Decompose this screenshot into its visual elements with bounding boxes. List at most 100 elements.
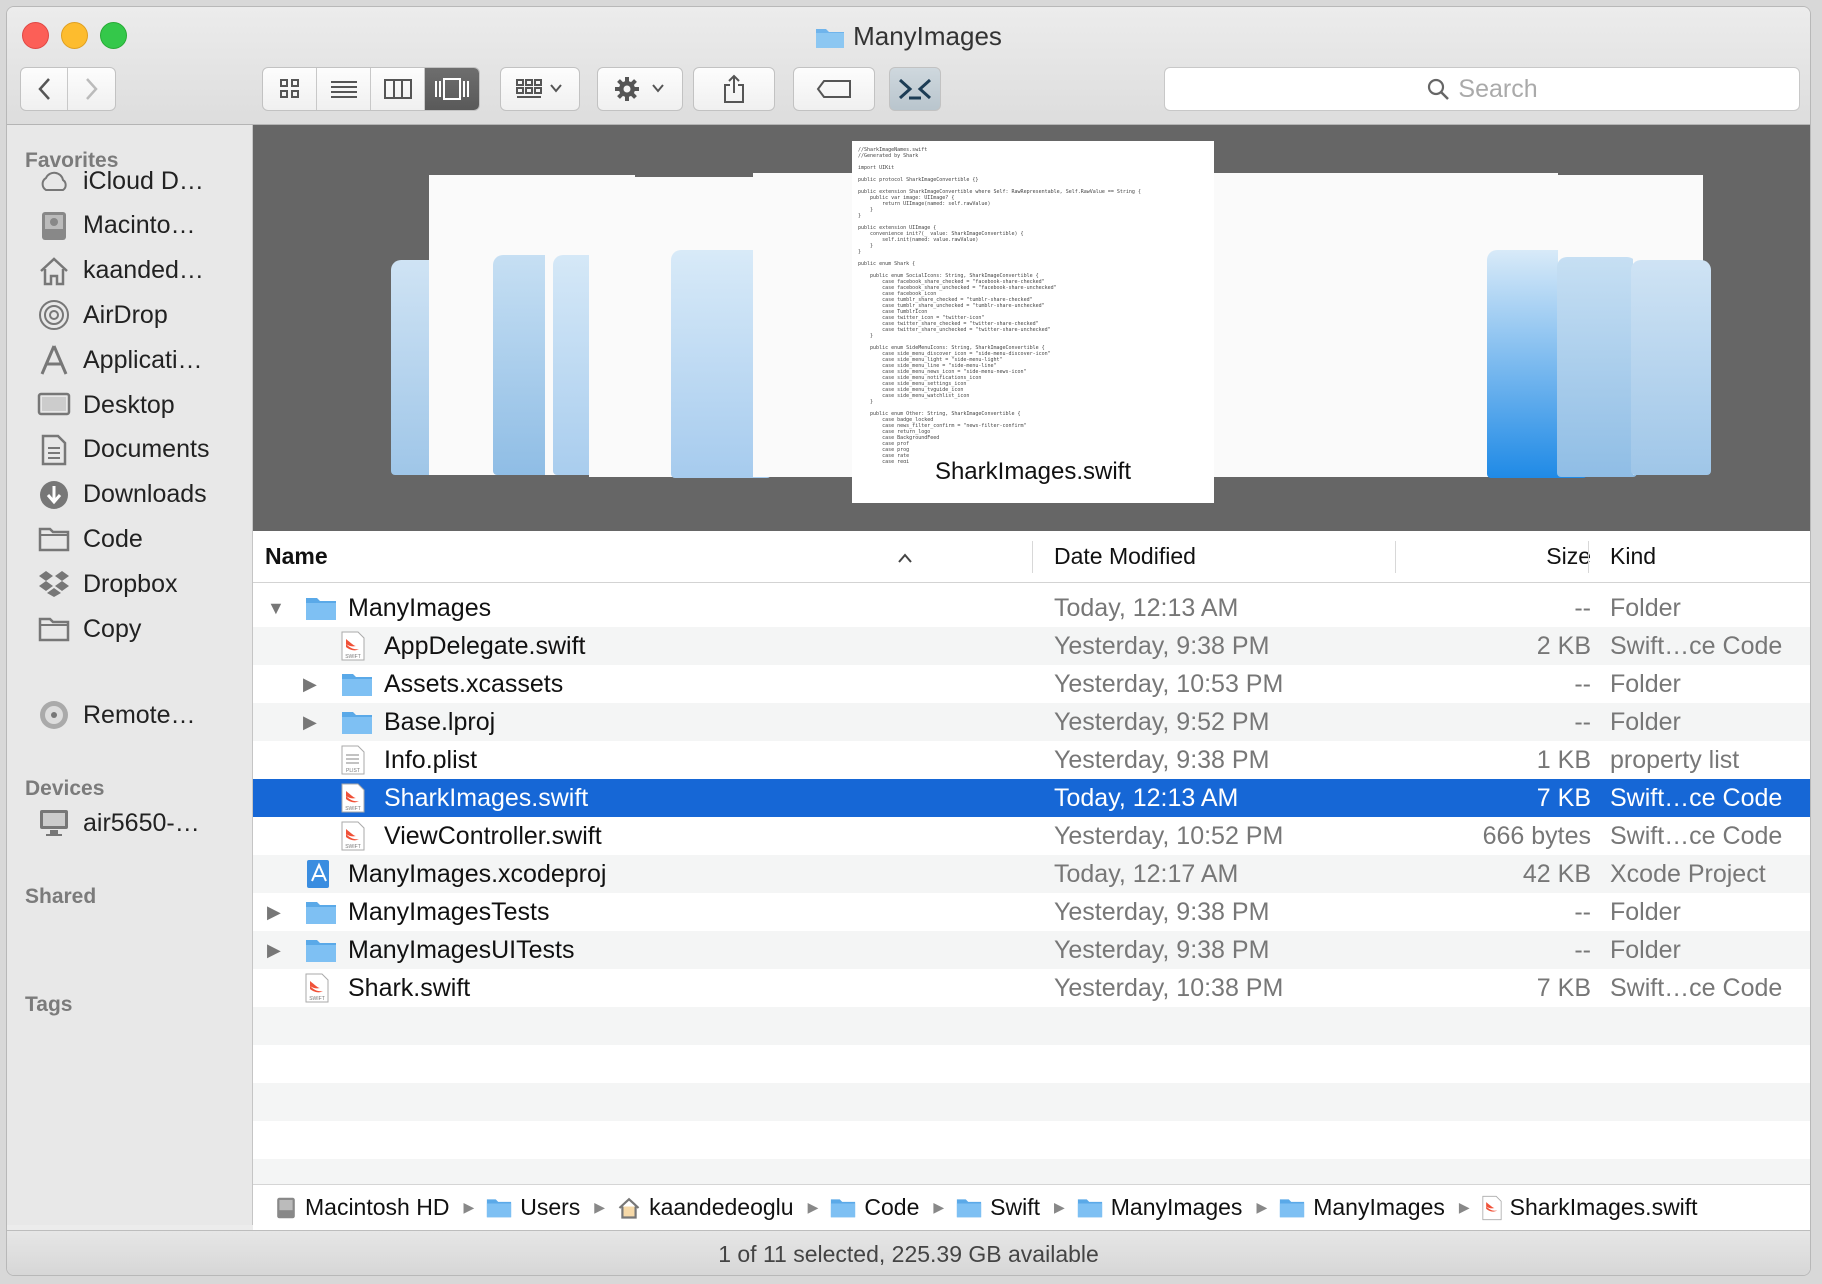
size-column-header[interactable]: Size xyxy=(1517,531,1591,583)
path-segment[interactable]: ManyImages xyxy=(1077,1194,1243,1221)
columns-icon xyxy=(383,79,412,99)
share-button[interactable] xyxy=(693,67,775,111)
home-icon xyxy=(35,253,73,289)
sidebar-item-label: Applicati… xyxy=(83,345,203,374)
svg-text:SWIFT: SWIFT xyxy=(345,844,361,850)
xcode-icon xyxy=(898,78,932,100)
table-row[interactable]: ManyImages.xcodeproj Today, 12:17 AM 42 KB… xyxy=(253,855,1810,893)
sidebar-item-favorite-3[interactable]: AirDrop xyxy=(35,293,250,337)
path-segment-label: ManyImages xyxy=(1110,1194,1243,1220)
forward-button[interactable] xyxy=(68,68,115,110)
sidebar-item-favorite-8[interactable]: Code xyxy=(35,517,250,561)
file-date: Yesterday, 9:38 PM xyxy=(1054,936,1270,964)
table-row[interactable]: ▶ ManyImagesUITests Yesterday, 9:38 PM -- Fo… xyxy=(253,931,1810,969)
kind-column-header[interactable]: Kind xyxy=(1610,531,1656,583)
sidebar-item-label: Dropbox xyxy=(83,569,178,598)
column-divider[interactable] xyxy=(1588,541,1589,573)
action-button[interactable] xyxy=(597,67,683,111)
disclosure-closed-icon[interactable]: ▶ xyxy=(303,665,317,703)
table-row[interactable]: ▶ ManyImagesTests Yesterday, 9:38 PM -- Fold… xyxy=(253,893,1810,931)
path-segment[interactable]: Macintosh HD xyxy=(275,1194,449,1221)
path-segment[interactable]: ManyImages xyxy=(1279,1194,1445,1221)
folder-thumbnail[interactable] xyxy=(1557,257,1637,477)
column-view-button[interactable] xyxy=(371,68,425,110)
sidebar-item-label: Downloads xyxy=(83,480,207,509)
column-divider[interactable] xyxy=(1032,541,1033,573)
chevron-right-icon xyxy=(85,78,98,100)
folder-icon xyxy=(341,671,373,704)
table-row[interactable]: SWIFT ViewController.swift Yesterday, 10:5… xyxy=(253,817,1810,855)
file-kind: Swift…ce Code xyxy=(1610,784,1783,812)
path-segment[interactable]: kaandedeoglu xyxy=(617,1194,794,1221)
table-row[interactable]: ▶ Assets.xcassets Yesterday, 10:53 PM -- Fol… xyxy=(253,665,1810,704)
sidebar-item-label: iCloud D… xyxy=(83,166,204,195)
swift-file-icon: SWIFT xyxy=(341,631,365,668)
sidebar-item-favorite-7[interactable]: Downloads xyxy=(35,473,250,517)
column-divider[interactable] xyxy=(1395,541,1396,573)
path-segment[interactable]: Swift xyxy=(956,1194,1040,1221)
sidebar-item-favorite-1[interactable]: Macinto… xyxy=(35,204,250,248)
sidebar-item-favorite-9[interactable]: Dropbox xyxy=(35,562,250,606)
file-kind: Swift…ce Code xyxy=(1610,974,1783,1002)
sidebar-item-favorite-2[interactable]: kaanded… xyxy=(35,249,250,293)
search-placeholder: Search xyxy=(1458,74,1538,103)
cover-flow-area[interactable]: //SharkImageNames.swift //Generated by S… xyxy=(253,125,1810,531)
icon-view-button[interactable] xyxy=(263,68,317,110)
back-button[interactable] xyxy=(21,68,69,110)
folder-icon xyxy=(956,1197,982,1218)
path-segment[interactable]: SharkImages.swift xyxy=(1482,1194,1698,1221)
path-segment[interactable]: Code xyxy=(830,1194,919,1221)
arrange-icon xyxy=(516,79,562,98)
file-kind: Folder xyxy=(1610,708,1681,736)
file-date: Yesterday, 9:38 PM xyxy=(1054,632,1270,660)
svg-text:PLIST: PLIST xyxy=(346,768,360,774)
table-row[interactable]: SWIFT SharkImages.swift Today, 12:13 AM 7 K… xyxy=(253,779,1810,817)
sidebar-item-favorite-6[interactable]: Documents xyxy=(35,428,250,472)
path-separator-icon: ▶ xyxy=(807,1199,819,1215)
xcode-toolbar-button[interactable] xyxy=(889,67,941,111)
file-kind: Xcode Project xyxy=(1610,860,1766,888)
devices-heading: Devices xyxy=(25,777,105,800)
sidebar-item-favorite-0[interactable]: iCloud D… xyxy=(35,159,250,203)
sidebar-item-favorite-4[interactable]: Applicati… xyxy=(35,338,250,382)
sidebar-item-shared-0[interactable]: air5650-… xyxy=(35,801,250,845)
document-thumbnail[interactable] xyxy=(753,173,853,477)
folder-icon xyxy=(1279,1197,1305,1218)
sidebar-item-favorite-5[interactable]: Desktop xyxy=(35,383,250,427)
path-separator-icon: ▶ xyxy=(1053,1199,1065,1215)
disclosure-closed-icon[interactable]: ▶ xyxy=(267,931,281,969)
computer-icon xyxy=(35,805,73,841)
file-kind: Swift…ce Code xyxy=(1610,822,1783,850)
name-column-header[interactable]: Name xyxy=(265,531,328,583)
folder-icon xyxy=(35,611,73,647)
arrange-button[interactable] xyxy=(500,67,580,111)
sidebar-item-favorite-10[interactable]: Copy xyxy=(35,607,250,651)
gear-icon xyxy=(615,77,664,101)
disclosure-open-icon[interactable]: ▼ xyxy=(267,589,285,627)
sidebar-item-label: Code xyxy=(83,524,143,553)
table-row[interactable]: SWIFT Shark.swift Yesterday, 10:38 PM 7 KB S… xyxy=(253,969,1810,1007)
chevron-left-icon xyxy=(38,78,50,100)
selected-file-preview[interactable]: //SharkImageNames.swift //Generated by S… xyxy=(852,141,1214,503)
list-view-button[interactable] xyxy=(317,68,371,110)
tags-button[interactable] xyxy=(793,67,875,111)
search-field[interactable]: Search xyxy=(1164,67,1800,111)
sort-ascending-icon[interactable] xyxy=(897,531,913,583)
list-icon xyxy=(330,81,357,98)
sidebar-item-label: Desktop xyxy=(83,390,175,419)
table-row[interactable]: ▶ Base.lproj Yesterday, 9:52 PM -- Folder xyxy=(253,703,1810,741)
disclosure-closed-icon[interactable]: ▶ xyxy=(303,703,317,741)
path-segment[interactable]: Users xyxy=(486,1194,580,1221)
document-thumbnail[interactable] xyxy=(1214,173,1339,477)
preview-caption: SharkImages.swift xyxy=(934,458,1132,485)
table-row[interactable]: ▼ ManyImages Today, 12:13 AM -- Folder xyxy=(253,589,1810,627)
table-row[interactable]: SWIFT AppDelegate.swift Yesterday, 9:38 PM… xyxy=(253,627,1810,668)
date-column-header[interactable]: Date Modified xyxy=(1054,531,1196,583)
sidebar-item-device-0[interactable]: Remote… xyxy=(35,693,250,737)
path-segment-label: kaandedeoglu xyxy=(649,1194,794,1220)
cover-flow-view-button[interactable] xyxy=(425,68,479,110)
disclosure-closed-icon[interactable]: ▶ xyxy=(267,893,281,931)
table-row[interactable]: PLIST Info.plist Yesterday, 9:38 PM 1 KB pro… xyxy=(253,741,1810,779)
file-size: 1 KB xyxy=(1536,746,1591,774)
folder-thumbnail[interactable] xyxy=(1631,260,1711,475)
